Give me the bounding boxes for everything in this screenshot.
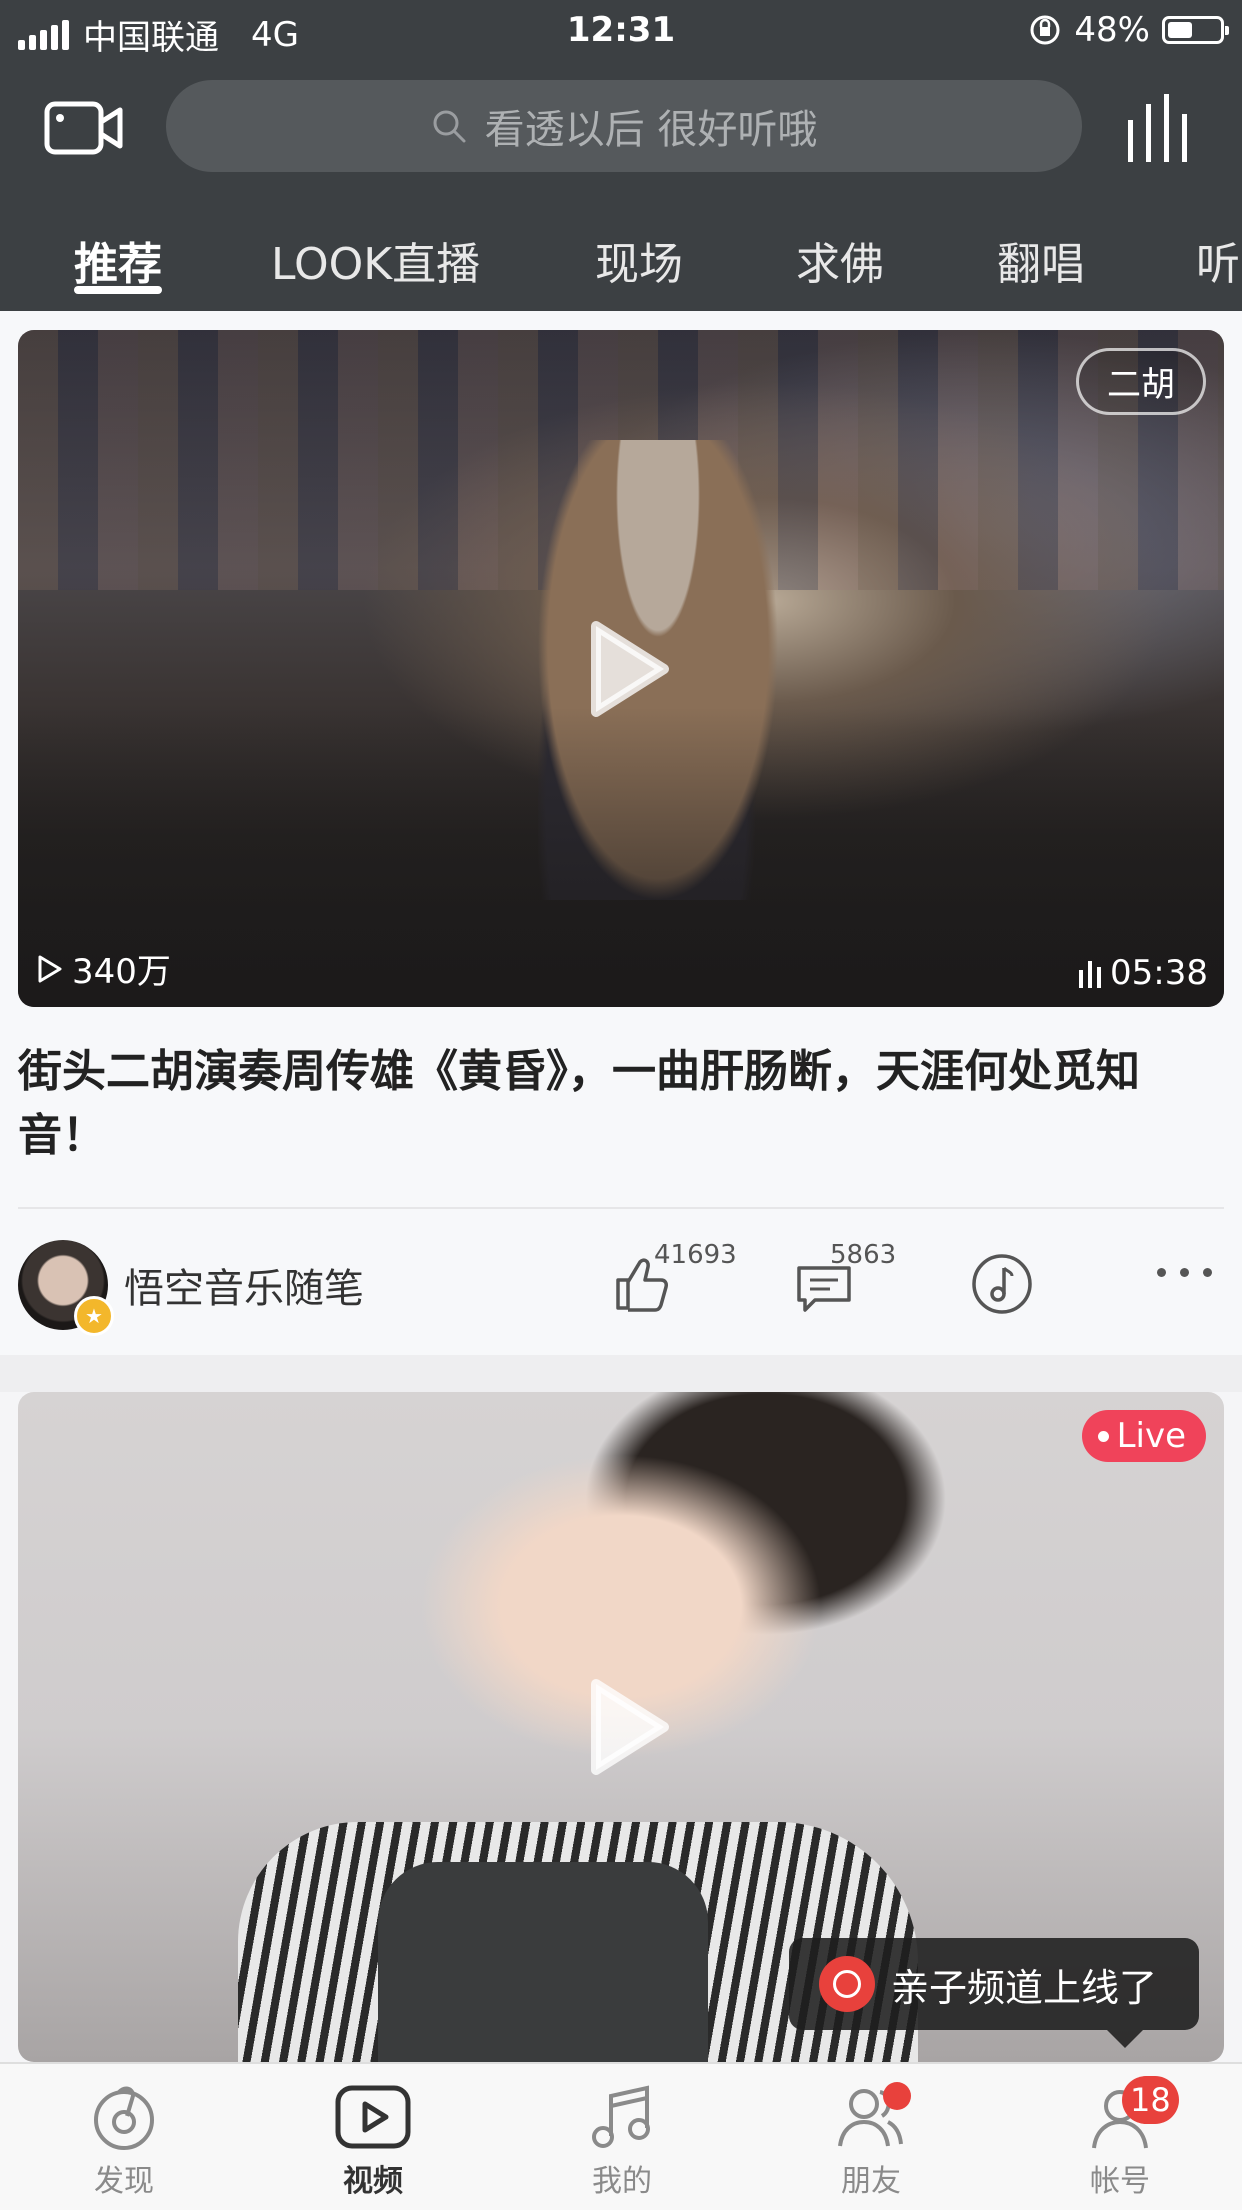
nav-discover[interactable]: 发现 — [54, 2082, 194, 2200]
video-camera-icon[interactable] — [44, 98, 124, 158]
card-separator — [0, 1355, 1242, 1392]
nav-video[interactable]: 视频 — [303, 2082, 443, 2200]
music-button[interactable] — [970, 1248, 1034, 1318]
kids-channel-toast[interactable]: 亲子频道上线了 — [789, 1938, 1199, 2048]
kids-channel-icon — [819, 1956, 875, 2012]
battery-icon — [1162, 16, 1229, 44]
video-title[interactable]: 街头二胡演奏周传雄《黄昏》，一曲肝肠断，天涯何处觅知音！ — [18, 1040, 1224, 1168]
avatar[interactable]: ★ — [18, 1240, 114, 1336]
active-tab-indicator — [74, 286, 162, 294]
divider — [18, 1207, 1224, 1209]
top-bar: 中国联通 4G 12:31 48% 看透以后 很好听哦 推荐 LOOK直播 现场… — [0, 0, 1242, 311]
tab-qiufo[interactable]: 求佛 — [796, 228, 884, 292]
bottom-navigation: 发现 视频 我的 朋友 18 帐号 — [0, 2062, 1242, 2210]
nav-account-label: 帐号 — [1090, 2164, 1150, 2199]
author-info[interactable]: ★ 悟空音乐随笔 — [18, 1240, 364, 1336]
nav-my-music[interactable]: 我的 — [552, 2082, 692, 2200]
play-count-icon — [38, 955, 62, 982]
live-badge-label: Live — [1116, 1416, 1186, 1456]
view-count-value: 340万 — [72, 952, 171, 992]
nav-discover-label: 发现 — [94, 2164, 154, 2199]
nav-friends[interactable]: 朋友 — [801, 2082, 941, 2200]
nav-friends-label: 朋友 — [841, 2164, 901, 2199]
discover-icon — [94, 2086, 154, 2150]
search-placeholder: 看透以后 很好听哦 — [484, 107, 818, 153]
comment-count: 5863 — [830, 1240, 897, 1270]
comment-button[interactable]: 5863 — [794, 1240, 934, 1318]
nav-account[interactable]: 18 帐号 — [1050, 2076, 1190, 2200]
view-count: 340万 — [36, 944, 171, 993]
battery-percent: 48% — [1074, 10, 1150, 50]
like-count: 41693 — [654, 1240, 737, 1270]
status-bar: 中国联通 4G 12:31 48% — [0, 0, 1242, 62]
video-play-icon — [335, 2085, 411, 2149]
like-button[interactable]: 41693 — [612, 1240, 752, 1318]
live-badge: Live — [1081, 1410, 1206, 1462]
duration-value: 05:38 — [1110, 953, 1208, 993]
tab-listen[interactable]: 听 — [1196, 228, 1240, 292]
account-badge: 18 — [1122, 2076, 1179, 2124]
author-name[interactable]: 悟空音乐随笔 — [124, 1256, 364, 1314]
more-options-icon[interactable] — [1157, 1268, 1212, 1277]
search-input[interactable]: 看透以后 很好听哦 — [166, 80, 1082, 172]
play-icon[interactable] — [556, 1662, 686, 1792]
toast-text: 亲子频道上线了 — [891, 1965, 1158, 2010]
nav-my-music-label: 我的 — [592, 2164, 652, 2199]
music-disc-icon — [972, 1254, 1032, 1314]
notification-dot — [883, 2082, 911, 2110]
tab-look-live[interactable]: LOOK直播 — [271, 228, 480, 292]
now-playing-icon[interactable] — [1124, 94, 1196, 162]
orientation-lock-icon — [1030, 15, 1060, 45]
video-duration: 05:38 — [1078, 953, 1208, 993]
tab-recommend[interactable]: 推荐 — [74, 228, 162, 292]
search-icon — [433, 110, 466, 143]
tab-live-scene[interactable]: 现场 — [595, 228, 683, 292]
music-note-icon — [592, 2085, 650, 2148]
tab-cover[interactable]: 翻唱 — [997, 228, 1085, 292]
nav-video-label: 视频 — [343, 2164, 403, 2199]
category-tag[interactable]: 二胡 — [1076, 348, 1206, 415]
category-tabs: 推荐 LOOK直播 现场 求佛 翻唱 听 — [0, 212, 1242, 311]
video-thumbnail[interactable]: 二胡 340万 05:38 — [18, 330, 1224, 1007]
duration-bars-icon — [1079, 961, 1102, 988]
star-badge-icon: ★ — [74, 1296, 114, 1336]
play-icon[interactable] — [556, 604, 686, 734]
live-dot-icon — [1097, 1430, 1109, 1442]
